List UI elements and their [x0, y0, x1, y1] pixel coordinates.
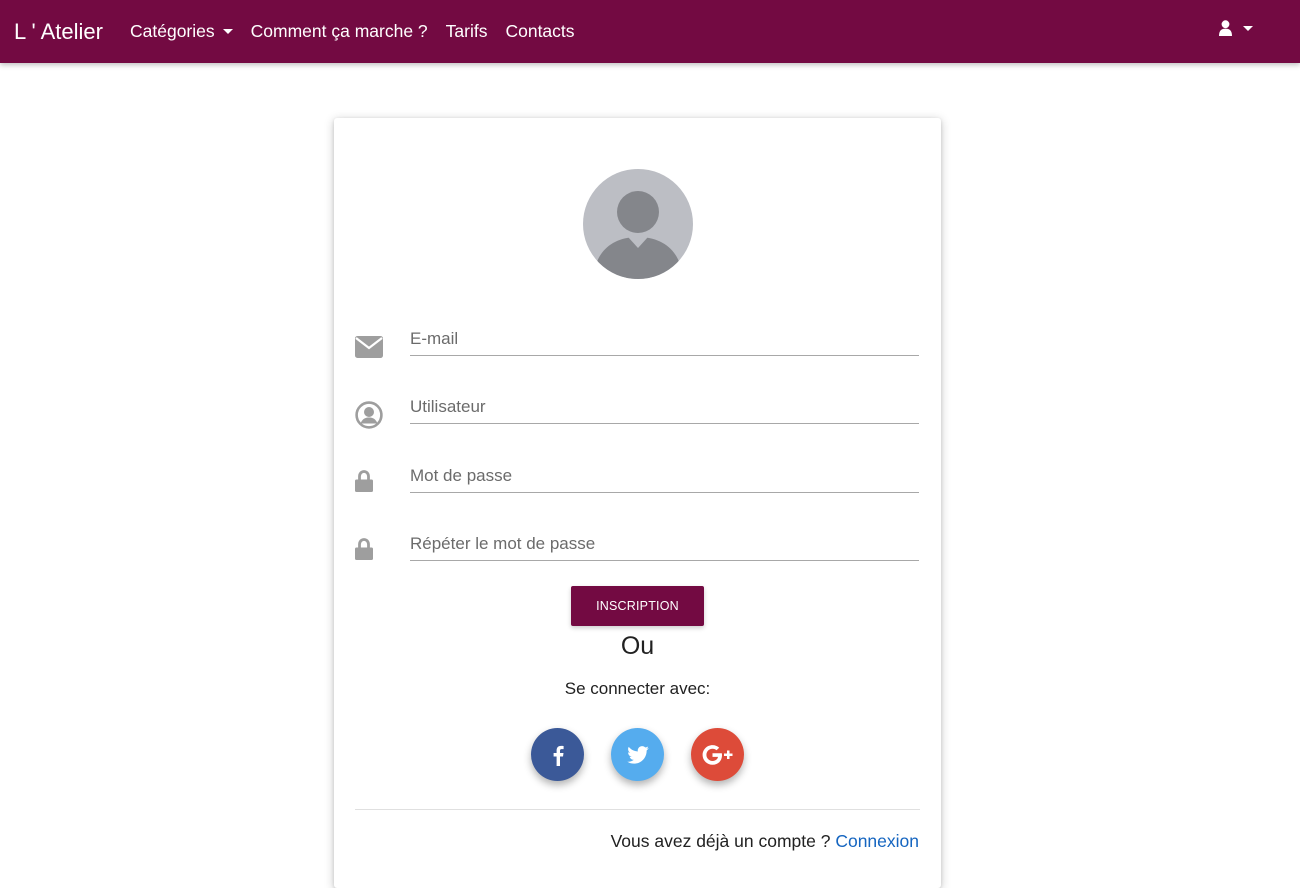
top-navbar: L ' Atelier Catégories Comment ça marche… [0, 0, 1300, 63]
nav-categories-label: Catégories [130, 21, 215, 41]
avatar-placeholder-icon [583, 169, 693, 279]
account-prompt-text: Vous avez déjà un compte ? [610, 831, 831, 851]
nav-pricing[interactable]: Tarifs [446, 21, 488, 42]
email-field-row [355, 316, 920, 358]
google-plus-icon [702, 744, 732, 765]
facebook-button[interactable] [531, 728, 584, 781]
login-prompt: Vous avez déjà un compte ? Connexion [611, 831, 919, 852]
connect-with-label: Se connecter avec: [564, 679, 711, 698]
lock-icon [355, 538, 373, 560]
nav-categories-dropdown[interactable]: Catégories [130, 21, 233, 42]
login-link[interactable]: Connexion [835, 831, 919, 851]
user-circle-icon [355, 401, 383, 429]
username-field-row [355, 384, 920, 429]
or-separator: Ou [620, 632, 655, 660]
caret-down-icon [222, 29, 233, 34]
caret-down-icon [1243, 25, 1253, 31]
confirm-password-field-row [355, 521, 920, 561]
lock-icon [355, 470, 373, 492]
confirm-password-field[interactable] [410, 521, 919, 561]
user-menu-dropdown[interactable] [1219, 20, 1253, 36]
password-field[interactable] [410, 453, 919, 493]
email-field[interactable] [410, 316, 919, 356]
twitter-button[interactable] [611, 728, 664, 781]
footer-divider [355, 809, 920, 810]
username-field[interactable] [410, 384, 919, 424]
password-field-row [355, 453, 920, 493]
brand-logo[interactable]: L ' Atelier [14, 19, 103, 45]
nav-how-it-works-label: Comment ça marche ? [250, 21, 428, 41]
signup-card: INSCRIPTION Ou Se connecter avec: Vous a… [334, 118, 941, 888]
nav-contacts[interactable]: Contacts [505, 21, 574, 42]
google-plus-button[interactable] [691, 728, 744, 781]
user-icon [1219, 20, 1232, 36]
facebook-icon [553, 745, 564, 766]
nav-links: Catégories Comment ça marche ? Tarifs Co… [130, 21, 593, 42]
nav-contacts-label: Contacts [505, 21, 575, 41]
nav-how-it-works[interactable]: Comment ça marche ? [251, 21, 428, 42]
signup-button[interactable]: INSCRIPTION [571, 586, 704, 626]
twitter-icon [626, 745, 649, 764]
nav-pricing-label: Tarifs [445, 21, 488, 41]
envelope-icon [355, 336, 383, 358]
